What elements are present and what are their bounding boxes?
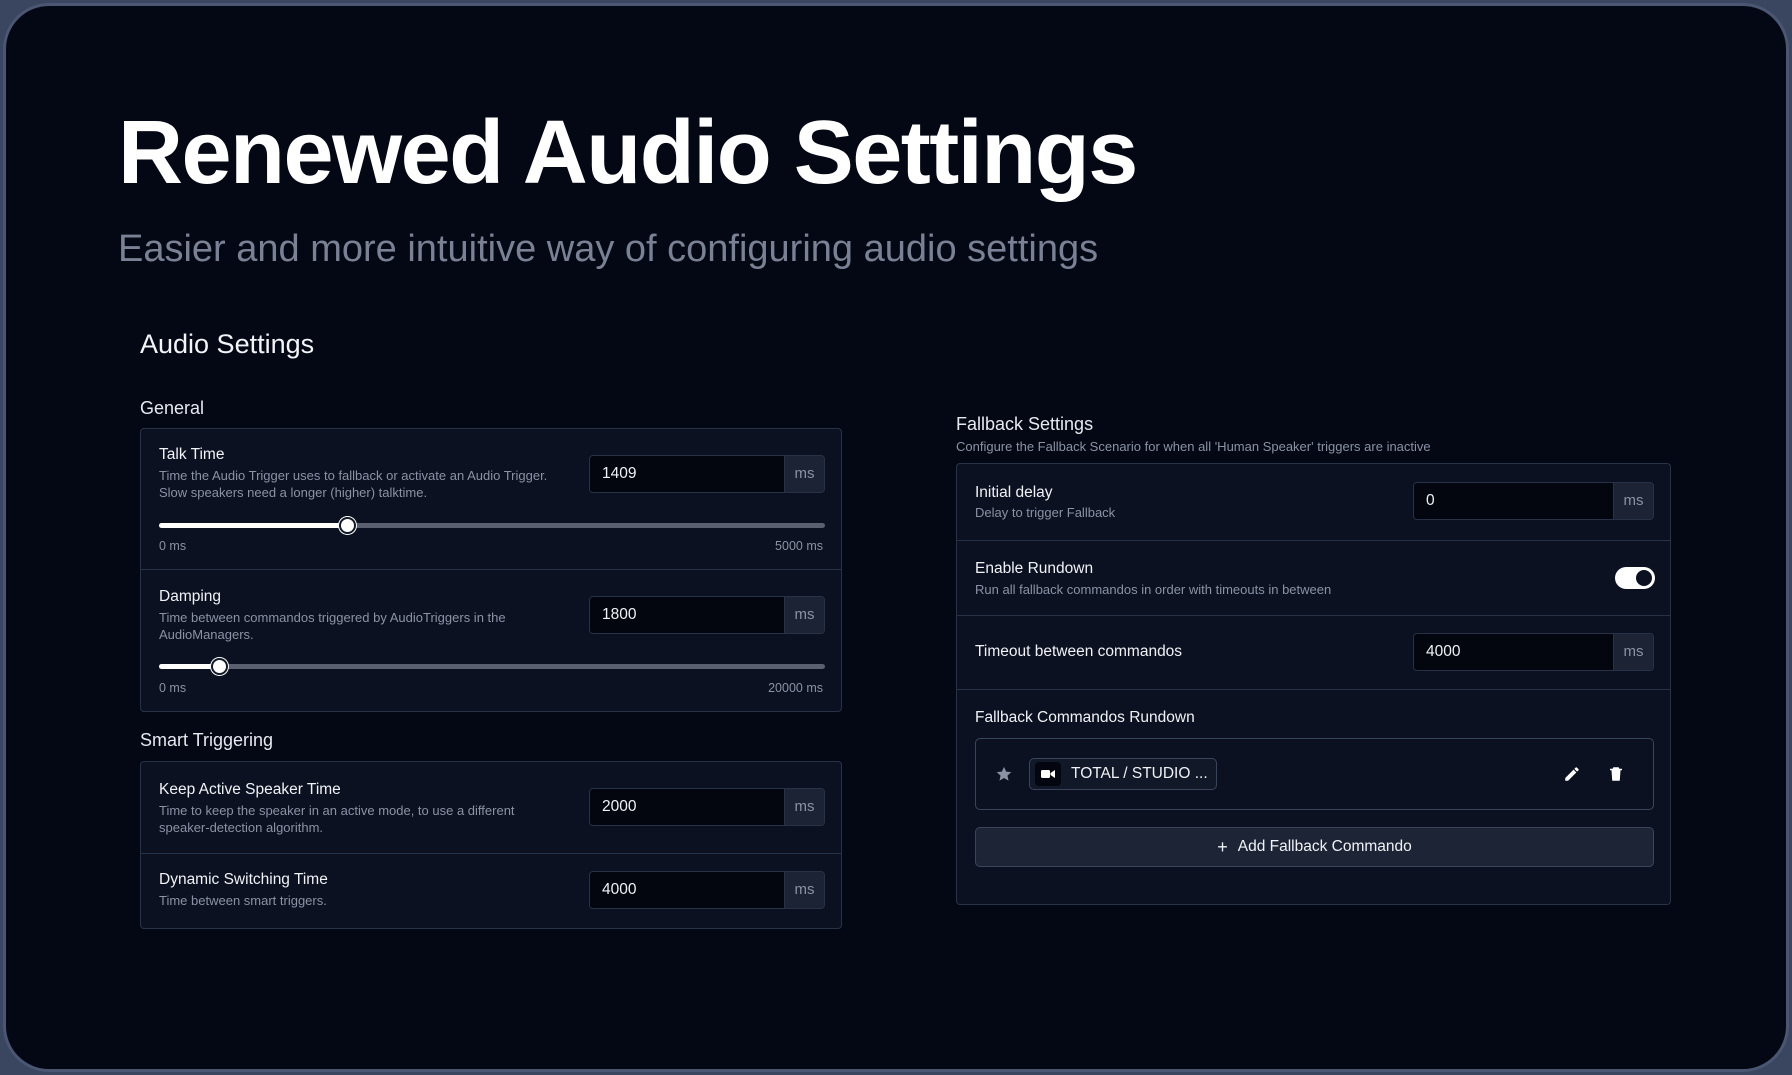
talk-time-label: Talk Time bbox=[159, 446, 225, 463]
general-card: Talk Time Time the Audio Trigger uses to… bbox=[140, 428, 842, 712]
app-window: Renewed Audio Settings Easier and more i… bbox=[3, 3, 1789, 1072]
timeout-input[interactable]: 4000 ms bbox=[1413, 633, 1654, 671]
keep-active-value[interactable]: 2000 bbox=[590, 789, 784, 825]
add-fallback-commando-label: Add Fallback Commando bbox=[1237, 838, 1412, 855]
talk-time-row: Talk Time Time the Audio Trigger uses to… bbox=[141, 429, 841, 569]
timeout-unit: ms bbox=[1613, 634, 1653, 670]
enable-rundown-label: Enable Rundown bbox=[975, 560, 1094, 577]
enable-rundown-row: Enable Rundown Run all fallback commando… bbox=[957, 540, 1670, 615]
smart-card: Keep Active Speaker Time Time to keep th… bbox=[140, 761, 842, 929]
dynamic-row: Dynamic Switching Time Time between smar… bbox=[141, 853, 841, 930]
commandos-row: Fallback Commandos Rundown TOTAL / STUDI… bbox=[957, 689, 1670, 906]
timeout-label: Timeout between commandos bbox=[975, 643, 1183, 660]
keep-active-label: Keep Active Speaker Time bbox=[159, 781, 341, 798]
initial-delay-description: Delay to trigger Fallback bbox=[975, 505, 1116, 520]
trash-icon[interactable] bbox=[1605, 763, 1627, 785]
commando-chip[interactable]: TOTAL / STUDIO ... bbox=[1029, 758, 1217, 790]
add-fallback-commando-button[interactable]: + Add Fallback Commando bbox=[975, 827, 1654, 867]
initial-delay-value[interactable]: 0 bbox=[1414, 483, 1613, 519]
damping-label: Damping bbox=[159, 588, 222, 605]
dynamic-input[interactable]: 4000 ms bbox=[589, 871, 825, 909]
dynamic-label: Dynamic Switching Time bbox=[159, 871, 328, 888]
commandos-title: Fallback Commandos Rundown bbox=[975, 709, 1195, 726]
slider-fill bbox=[159, 523, 347, 528]
page-subtitle: Easier and more intuitive way of configu… bbox=[118, 228, 1099, 270]
section-title: Audio Settings bbox=[140, 329, 315, 359]
slider-thumb[interactable] bbox=[210, 658, 228, 675]
damping-unit: ms bbox=[784, 597, 824, 633]
star-icon[interactable] bbox=[993, 763, 1015, 785]
commando-item[interactable]: TOTAL / STUDIO ... bbox=[975, 738, 1654, 810]
damping-value[interactable]: 1800 bbox=[590, 597, 784, 633]
talk-time-slider[interactable] bbox=[159, 515, 825, 535]
damping-row: Damping Time between commandos triggered… bbox=[141, 569, 841, 713]
dynamic-description: Time between smart triggers. bbox=[159, 893, 327, 908]
slider-track bbox=[159, 664, 825, 669]
fallback-card: Initial delay Delay to trigger Fallback … bbox=[956, 463, 1671, 905]
keep-active-input[interactable]: 2000 ms bbox=[589, 788, 825, 826]
talk-time-value[interactable]: 1409 bbox=[590, 456, 784, 492]
talk-time-min-label: 0 ms bbox=[159, 539, 187, 553]
timeout-value[interactable]: 4000 bbox=[1414, 634, 1613, 670]
damping-slider[interactable] bbox=[159, 656, 825, 676]
general-group-title: General bbox=[140, 398, 205, 418]
dynamic-value[interactable]: 4000 bbox=[590, 872, 784, 908]
damping-min-label: 0 ms bbox=[159, 681, 187, 695]
keep-active-unit: ms bbox=[784, 789, 824, 825]
toggle-knob bbox=[1636, 570, 1652, 586]
enable-rundown-description: Run all fallback commandos in order with… bbox=[975, 582, 1332, 597]
slider-fill bbox=[159, 664, 219, 669]
initial-delay-input[interactable]: 0 ms bbox=[1413, 482, 1654, 520]
talk-time-unit: ms bbox=[784, 456, 824, 492]
edit-pencil-icon[interactable] bbox=[1561, 763, 1583, 785]
damping-input[interactable]: 1800 ms bbox=[589, 596, 825, 634]
fallback-title: Fallback Settings bbox=[956, 414, 1094, 434]
dynamic-unit: ms bbox=[784, 872, 824, 908]
talk-time-description: Time the Audio Trigger uses to fallback … bbox=[159, 468, 548, 500]
video-camera-icon bbox=[1035, 762, 1061, 786]
initial-delay-label: Initial delay bbox=[975, 484, 1053, 501]
keep-active-row: Keep Active Speaker Time Time to keep th… bbox=[141, 762, 841, 853]
plus-icon: + bbox=[1217, 837, 1228, 857]
commando-label: TOTAL / STUDIO ... bbox=[1071, 765, 1208, 782]
damping-description: Time between commandos triggered by Audi… bbox=[159, 610, 506, 642]
initial-delay-row: Initial delay Delay to trigger Fallback … bbox=[957, 464, 1670, 540]
slider-thumb[interactable] bbox=[338, 517, 356, 534]
page-title: Renewed Audio Settings bbox=[118, 103, 1138, 203]
smart-group-title: Smart Triggering bbox=[140, 730, 274, 750]
keep-active-description: Time to keep the speaker in an active mo… bbox=[159, 803, 515, 835]
damping-max-label: 20000 ms bbox=[768, 681, 823, 695]
enable-rundown-toggle[interactable] bbox=[1615, 567, 1655, 589]
talk-time-max-label: 5000 ms bbox=[775, 539, 823, 553]
talk-time-input[interactable]: 1409 ms bbox=[589, 455, 825, 493]
initial-delay-unit: ms bbox=[1613, 483, 1653, 519]
timeout-row: Timeout between commandos 4000 ms bbox=[957, 615, 1670, 689]
fallback-description: Configure the Fallback Scenario for when… bbox=[956, 439, 1431, 454]
